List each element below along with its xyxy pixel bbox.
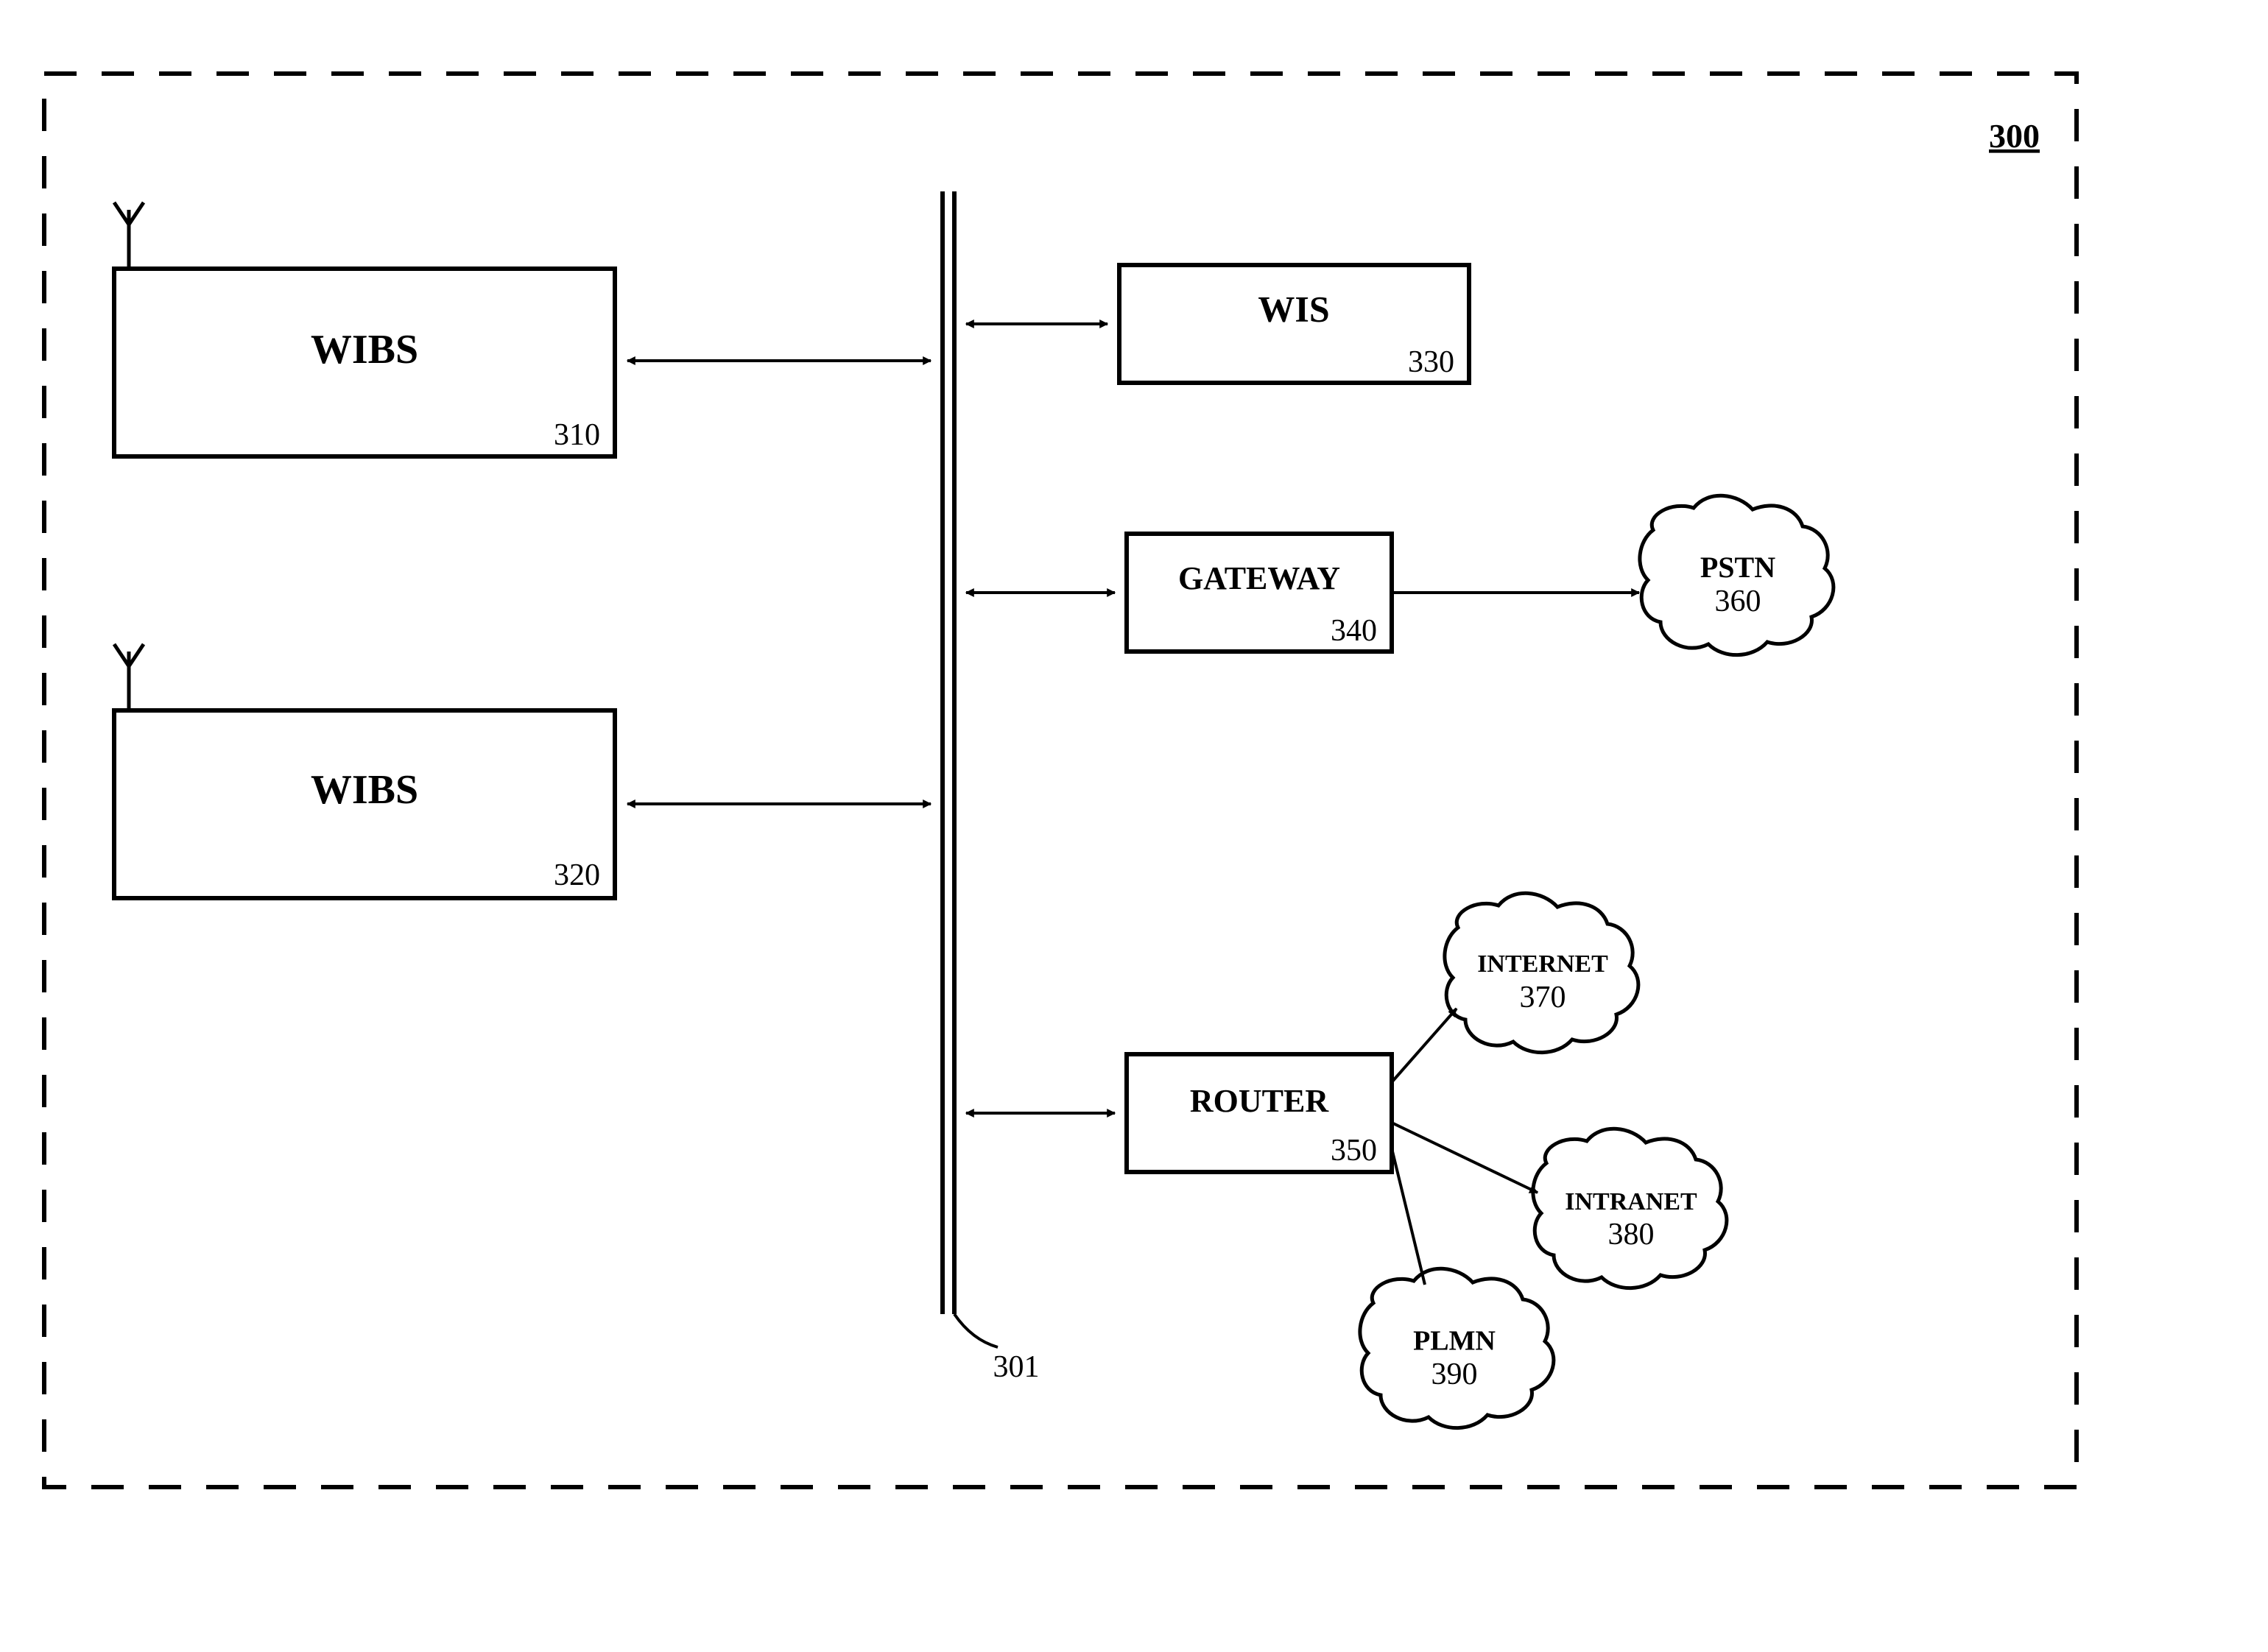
network-diagram: 300 301 WIBS 310 WIBS 320 WIS 330 GATEWA…: [0, 0, 2268, 1652]
plmn-ref: 390: [1431, 1358, 1478, 1391]
gateway-ref: 340: [1331, 614, 1377, 648]
intranet-label: INTRANET: [1565, 1188, 1697, 1215]
link-router-intranet: [1392, 1123, 1538, 1193]
pstn-ref: 360: [1715, 585, 1761, 618]
router-ref: 350: [1331, 1134, 1377, 1168]
cloud-pstn: PSTN 360: [1640, 495, 1834, 654]
wis-label: WIS: [1258, 288, 1329, 329]
wibs2-label: WIBS: [311, 767, 418, 813]
node-router: ROUTER 350: [1127, 1054, 1392, 1172]
internet-ref: 370: [1520, 981, 1566, 1014]
router-label: ROUTER: [1190, 1083, 1329, 1119]
node-wibs-320: WIBS 320: [114, 644, 615, 898]
plmn-label: PLMN: [1413, 1326, 1496, 1357]
pstn-label: PSTN: [1700, 551, 1775, 584]
system-ref: 300: [1989, 117, 2040, 155]
intranet-ref: 380: [1608, 1218, 1655, 1252]
link-router-internet: [1392, 1009, 1457, 1082]
cloud-internet: INTERNET 370: [1445, 893, 1638, 1052]
cloud-plmn: PLMN 390: [1360, 1268, 1554, 1427]
wibs1-ref: 310: [554, 418, 600, 452]
bus: [943, 191, 998, 1347]
node-wis: WIS 330: [1119, 265, 1469, 383]
wibs1-label: WIBS: [311, 327, 418, 373]
node-gateway: GATEWAY 340: [1127, 534, 1392, 652]
link-router-plmn: [1392, 1148, 1425, 1285]
gateway-label: GATEWAY: [1178, 560, 1340, 596]
wibs2-ref: 320: [554, 858, 600, 892]
internet-label: INTERNET: [1477, 950, 1608, 978]
cloud-intranet: INTRANET 380: [1533, 1129, 1727, 1288]
wis-ref: 330: [1408, 345, 1454, 379]
bus-ref: 301: [993, 1350, 1040, 1384]
node-wibs-310: WIBS 310: [114, 202, 615, 456]
